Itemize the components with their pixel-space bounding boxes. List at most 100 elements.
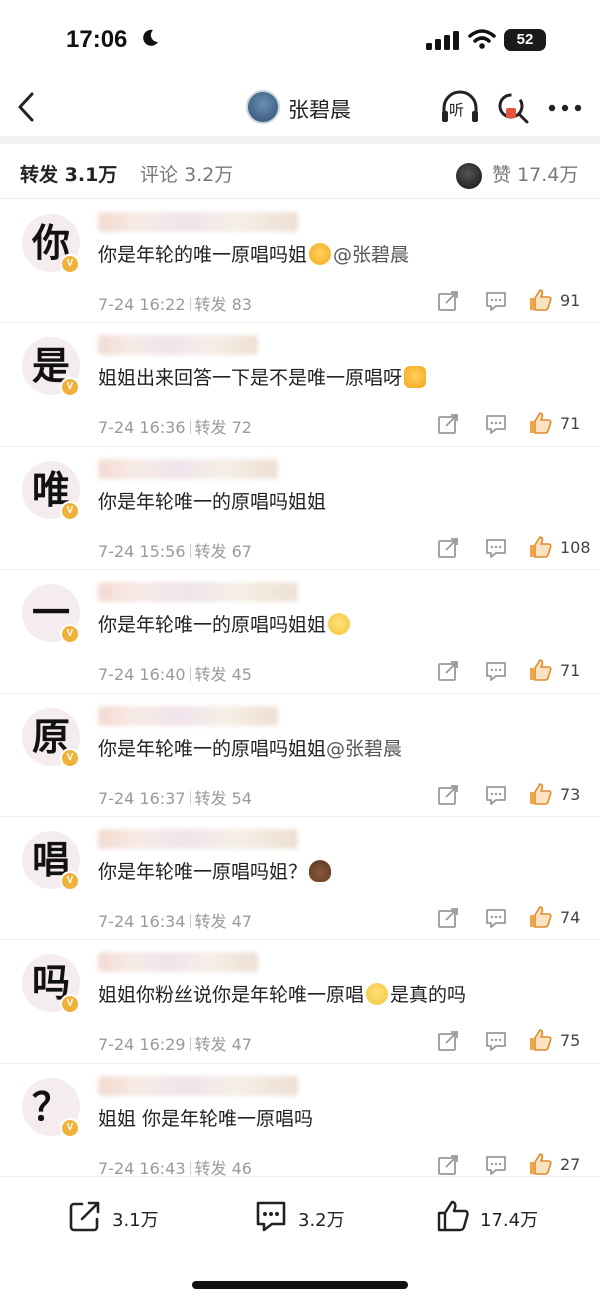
repost-text: 姐姐出来回答一下是不是唯一原唱呀: [98, 363, 428, 390]
user-name[interactable]: 张碧晨: [288, 94, 351, 124]
repost-item[interactable]: 你 V 你是年轮的唯一原唱吗姐 @张碧晨 7-24 16:22 转发 83 91: [0, 200, 600, 324]
repost-count-label: 转发: [194, 911, 227, 931]
username-blurred[interactable]: [98, 582, 298, 603]
repost-text-main: 你是年轮唯一的原唱吗姐姐: [98, 614, 327, 637]
repost-count: 47: [231, 911, 252, 931]
repost-item[interactable]: 原 V 你是年轮唯一的原唱吗姐姐@张碧晨 7-24 16:37 转发 54 73: [0, 694, 600, 817]
thumbs-up-icon[interactable]: [528, 1152, 552, 1176]
more-icon[interactable]: [548, 104, 582, 112]
repost-item[interactable]: 吗 V 姐姐你粉丝说你是年轮唯一原唱 是真的吗 7-24 16:29 转发 47 7…: [0, 940, 600, 1064]
share-icon[interactable]: [437, 660, 459, 682]
username-blurred[interactable]: [98, 705, 278, 726]
verified-badge-icon: V: [60, 377, 80, 398]
like-count: 75: [560, 1031, 581, 1051]
verified-badge-icon: V: [60, 500, 80, 521]
like-count: 71: [560, 661, 581, 681]
share-icon[interactable]: [437, 537, 459, 559]
verified-badge-icon: V: [60, 254, 80, 274]
comment-icon[interactable]: [485, 784, 507, 806]
thumbs-up-icon[interactable]: [528, 535, 552, 559]
repost-item[interactable]: 是 V 姐姐出来回答一下是不是唯一原唱呀 7-24 16:36 转发 72 71: [0, 323, 600, 447]
comment-icon[interactable]: [485, 1154, 507, 1176]
thumbs-up-icon[interactable]: [528, 658, 552, 682]
repost-time: 7-24 16:36: [98, 418, 186, 438]
divider: [0, 136, 600, 144]
thumbs-up-icon[interactable]: [528, 1028, 552, 1052]
share-icon[interactable]: [437, 784, 459, 806]
repost-meta: 7-24 16:34 转发 47: [98, 908, 252, 932]
thumbs-up-icon[interactable]: [528, 905, 552, 929]
repost-count: 47: [231, 1035, 252, 1055]
repost-meta: 7-24 16:29 转发 47: [98, 1031, 252, 1055]
repost-count-label: 转发: [194, 1158, 227, 1178]
thumbs-up-icon[interactable]: [436, 1199, 470, 1233]
repost-count-label: 转发: [194, 418, 227, 438]
bottom-repost-count[interactable]: 3.1万: [112, 1206, 159, 1232]
like-count: 73: [560, 784, 581, 804]
search-icon[interactable]: [496, 90, 532, 126]
repost-text-main: 你是年轮唯一的原唱吗姐姐: [98, 490, 327, 513]
bottom-action-bar: 3.1万 3.2万 17.4万: [0, 1176, 600, 1300]
repost-meta: 7-24 16:22 转发 83: [98, 291, 252, 315]
username-blurred[interactable]: [98, 458, 278, 479]
tab-comment[interactable]: 评论 3.2万: [140, 160, 233, 187]
repost-text: 你是年轮的唯一原唱吗姐 @张碧晨: [98, 240, 409, 267]
repost-item[interactable]: 唯 V 你是年轮唯一的原唱吗姐姐 7-24 15:56 转发 67 108: [0, 447, 600, 571]
thumbs-up-icon[interactable]: [528, 288, 552, 312]
bottom-like-count[interactable]: 17.4万: [480, 1206, 538, 1232]
share-icon[interactable]: [437, 1154, 459, 1176]
battery-indicator: 52: [504, 29, 546, 51]
username-blurred[interactable]: [98, 1075, 298, 1096]
verified-badge-icon: V: [60, 624, 80, 645]
comment-icon[interactable]: [254, 1199, 288, 1233]
repost-item[interactable]: ？ V 姐姐 你是年轮唯一原唱吗 7-24 16:43 转发 46 27: [0, 1064, 600, 1187]
tab-repost[interactable]: 转发 3.1万: [20, 160, 117, 187]
comment-icon[interactable]: [485, 413, 507, 435]
comment-icon[interactable]: [485, 660, 507, 682]
thumbs-up-icon[interactable]: [528, 411, 552, 435]
thumbs-up-icon[interactable]: [528, 782, 552, 806]
mention-link[interactable]: @张碧晨: [333, 244, 409, 266]
repost-text-tail: 是真的吗: [390, 984, 467, 1007]
comment-icon[interactable]: [485, 1030, 507, 1052]
repost-count-label: 转发: [194, 788, 227, 808]
mention-link[interactable]: @张碧晨: [326, 738, 402, 760]
repost-text: 姐姐 你是年轮唯一原唱吗: [98, 1104, 313, 1131]
repost-time: 7-24 16:29: [98, 1035, 186, 1055]
repost-text: 你是年轮唯一的原唱吗姐姐: [98, 610, 352, 637]
username-blurred[interactable]: [98, 212, 298, 232]
comment-icon[interactable]: [485, 290, 507, 312]
username-blurred[interactable]: [98, 952, 258, 973]
repost-icon[interactable]: [68, 1199, 102, 1233]
user-avatar[interactable]: [246, 90, 280, 124]
share-icon[interactable]: [437, 290, 459, 312]
username-blurred[interactable]: [98, 828, 298, 849]
back-arrow-icon[interactable]: [14, 90, 38, 124]
liker-avatar: [456, 162, 482, 189]
verified-badge-icon: V: [60, 747, 80, 768]
share-icon[interactable]: [437, 413, 459, 435]
repost-time: 7-24 16:40: [98, 665, 186, 685]
repost-count: 46: [231, 1158, 252, 1178]
repost-text: 你是年轮唯一的原唱吗姐姐: [98, 487, 326, 514]
repost-text-main: 姐姐出来回答一下是不是唯一原唱呀: [98, 367, 403, 390]
share-icon[interactable]: [437, 1030, 459, 1052]
repost-text: 姐姐你粉丝说你是年轮唯一原唱 是真的吗: [98, 980, 466, 1007]
repost-text: 你是年轮唯一的原唱吗姐姐@张碧晨: [98, 734, 402, 761]
like-count: 27: [560, 1154, 581, 1174]
bottom-comment-count[interactable]: 3.2万: [298, 1206, 345, 1232]
share-icon[interactable]: [437, 907, 459, 929]
repost-time: 7-24 16:37: [98, 788, 186, 808]
repost-item[interactable]: 一 V 你是年轮唯一的原唱吗姐姐 7-24 16:40 转发 45 71: [0, 570, 600, 694]
username-blurred[interactable]: [98, 335, 258, 356]
repost-meta: 7-24 16:40 转发 45: [98, 661, 252, 685]
repost-item[interactable]: 唱 V 你是年轮唯一原唱吗姐？ 7-24 16:34 转发 47 74: [0, 817, 600, 941]
tab-like[interactable]: 赞 17.4万: [456, 160, 578, 189]
repost-count-label: 转发: [194, 541, 227, 561]
money-emoji-icon: [404, 366, 427, 389]
repost-count-label: 转发: [194, 1035, 227, 1055]
repost-count: 72: [231, 418, 252, 438]
comment-icon[interactable]: [485, 537, 507, 559]
comment-icon[interactable]: [485, 907, 507, 929]
repost-text-main: 你是年轮唯一原唱吗姐？: [98, 860, 308, 883]
